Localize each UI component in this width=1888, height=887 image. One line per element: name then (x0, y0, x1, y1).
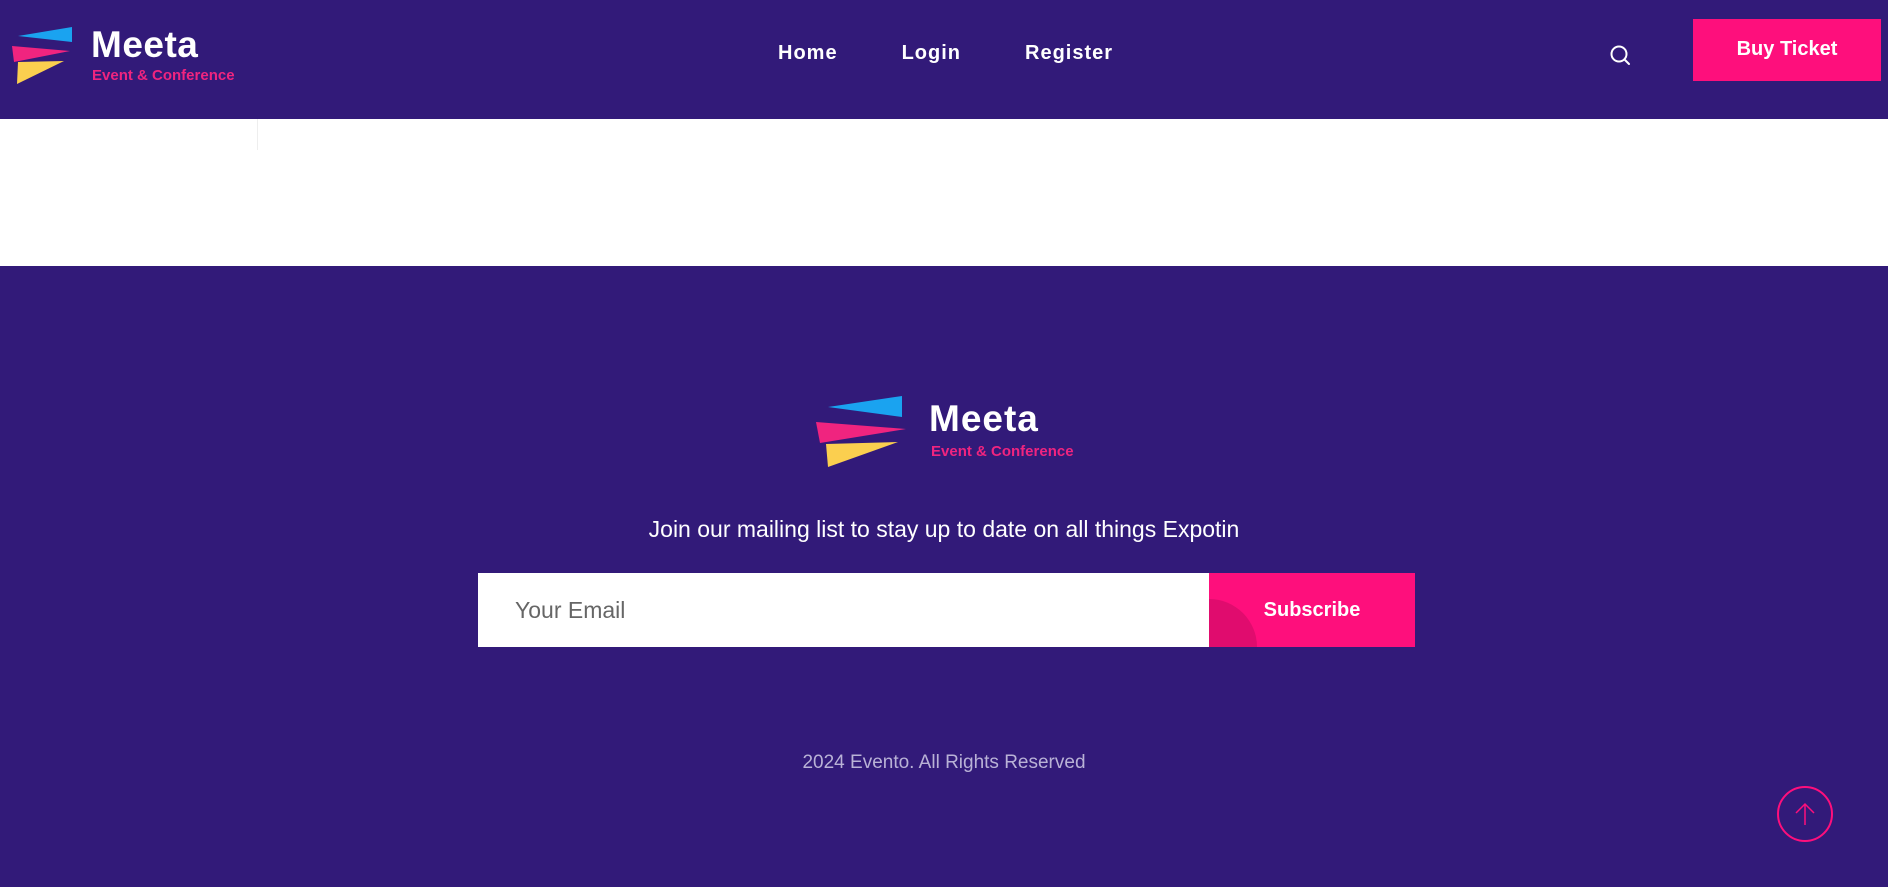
scroll-to-top-button[interactable] (1777, 786, 1833, 842)
logo-mark-icon (12, 27, 72, 84)
logo-mark-icon (816, 396, 906, 467)
copyright-text: 2024 Evento. All Rights Reserved (802, 752, 1086, 773)
logo-brand: Meeta (929, 398, 1039, 439)
nav-home[interactable]: Home (778, 42, 838, 65)
mailing-list-text: Join our mailing list to stay up to date… (648, 516, 1240, 542)
site-header: Meeta Event & Conference Home Login Regi… (0, 0, 1888, 119)
logo-brand: Meeta (91, 24, 199, 65)
nav-register[interactable]: Register (1025, 42, 1113, 65)
logo-tagline: Event & Conference (92, 67, 235, 84)
header-logo[interactable]: Meeta Event & Conference (12, 24, 242, 86)
button-ripple (1209, 599, 1257, 647)
content-divider (257, 119, 258, 150)
arrow-up-icon (1795, 802, 1815, 825)
subscribe-button[interactable]: Subscribe (1209, 573, 1415, 647)
logo-tagline: Event & Conference (931, 443, 1074, 460)
subscribe-form: Subscribe (478, 573, 1415, 647)
search-icon[interactable] (1609, 44, 1631, 66)
site-footer: Meeta Event & Conference Join our mailin… (0, 266, 1888, 887)
footer-logo[interactable]: Meeta Event & Conference (816, 390, 1086, 470)
main-nav: Home Login Register (760, 42, 1177, 65)
nav-login[interactable]: Login (902, 42, 961, 65)
email-input[interactable] (478, 573, 1209, 647)
subscribe-label: Subscribe (1263, 598, 1361, 621)
buy-ticket-button[interactable]: Buy Ticket (1693, 19, 1881, 81)
